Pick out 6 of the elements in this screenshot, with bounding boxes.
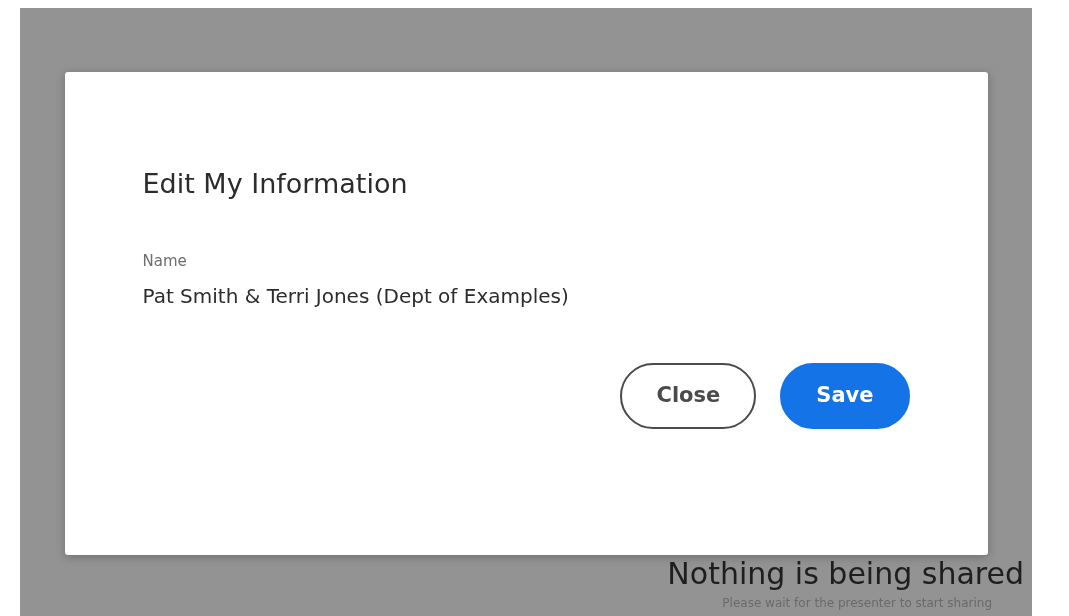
save-button[interactable]: Save bbox=[780, 362, 910, 429]
name-field[interactable]: Pat Smith & Terri Jones (Dept of Examples) bbox=[142, 280, 910, 311]
dialog-title: Edit My Information bbox=[142, 168, 409, 201]
field-label: Name bbox=[142, 251, 188, 273]
close-button[interactable]: Close bbox=[620, 362, 757, 429]
empty-state-heading: Nothing is being shared bbox=[667, 557, 1024, 590]
